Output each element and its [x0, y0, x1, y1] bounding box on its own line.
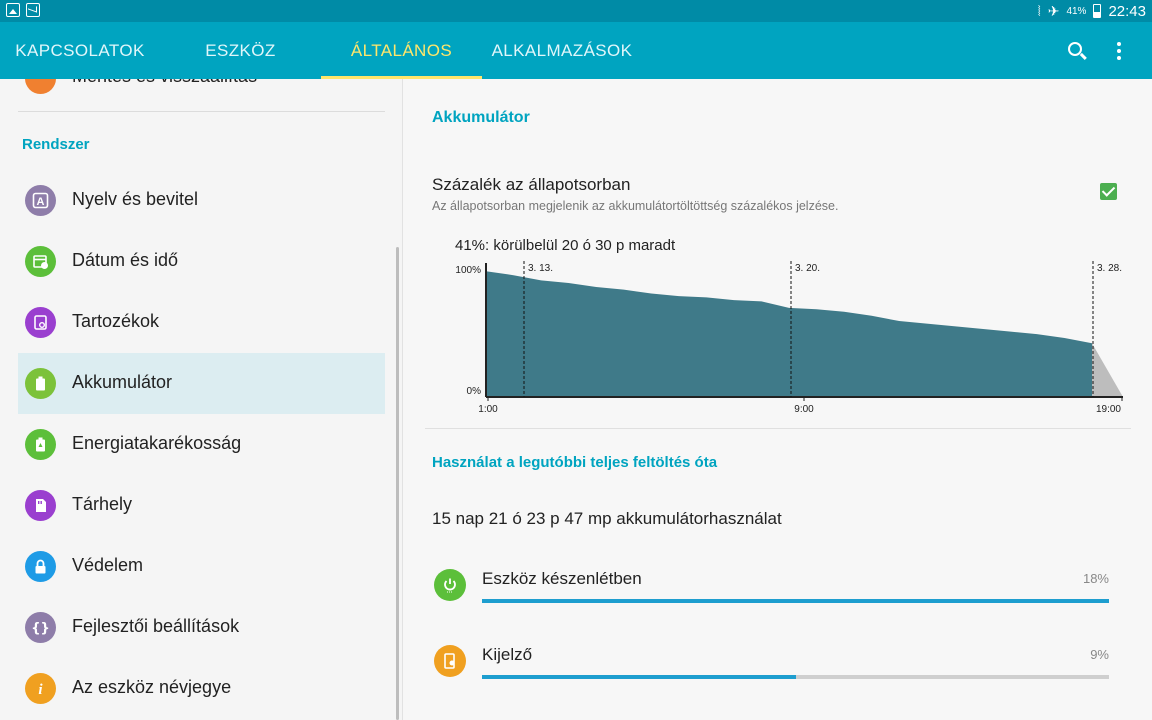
language-icon: A — [25, 185, 56, 216]
sidebar-item-label: Fejlesztői beállítások — [72, 616, 240, 636]
sidebar-item-power-saving[interactable]: Energiatakarékosság — [18, 414, 385, 475]
battery-remaining-text: 41%: körülbelül 20 ó 30 p maradt — [455, 237, 676, 254]
settings-sidebar: Mentés és visszaállítás Rendszer A Nyelv… — [0, 79, 402, 720]
battery-percent: 41% — [1066, 5, 1087, 17]
sidebar-item-label: Dátum és idő — [72, 250, 179, 270]
info-icon: i — [25, 673, 56, 704]
tab-general[interactable]: ÁLTALÁNOS — [321, 22, 482, 79]
battery-icon — [1093, 4, 1102, 18]
sidebar-item-language[interactable]: A Nyelv és bevitel — [18, 170, 385, 231]
x-tick-label: 1:00 — [478, 404, 498, 415]
svg-text:i: i — [38, 682, 43, 697]
developer-braces-icon: {} — [25, 612, 56, 643]
vibrate-icon: ⦚ — [1037, 3, 1041, 19]
usage-item-name: Kijelző — [482, 645, 533, 664]
tab-bar: KAPCSOLATOK ESZKÖZ ÁLTALÁNOS ALKALMAZÁSO… — [0, 22, 1152, 79]
sidebar-item-accessories[interactable]: Tartozékok — [18, 292, 385, 353]
battery-history-chart: 100% 0% 3. 13. 3. 20. 3. 28. 1:00 9:00 19:00 — [455, 261, 1123, 415]
power-icon — [434, 569, 466, 601]
sidebar-item-date-time[interactable]: Dátum és idő — [18, 231, 385, 292]
svg-text:A: A — [37, 196, 45, 208]
mail-icon — [26, 3, 40, 17]
sidebar-item-label: Tartozékok — [72, 311, 160, 331]
divider — [18, 111, 385, 112]
divider — [425, 428, 1131, 429]
sidebar-scrollbar[interactable] — [396, 247, 399, 720]
lock-icon — [25, 551, 56, 582]
section-title-system: Rendszer — [22, 136, 90, 153]
usage-progress-fill — [482, 675, 796, 679]
airplane-mode-icon: ✈ — [1047, 3, 1060, 19]
usage-progress-bar — [482, 675, 1109, 679]
backup-icon — [25, 79, 56, 94]
battery-icon — [25, 368, 56, 399]
x-tick-label: 9:00 — [794, 404, 814, 415]
percent-checkbox[interactable] — [1100, 183, 1117, 200]
sidebar-item-backup-reset[interactable]: Mentés és visszaállítás — [0, 79, 402, 101]
status-bar: ⦚ ✈ 41% 22:43 — [0, 0, 1152, 22]
sidebar-item-label: Az eszköz névjegye — [72, 677, 232, 697]
battery-detail-panel: Akkumulátor Százalék az állapotsorban Az… — [403, 79, 1152, 720]
usage-total-time: 15 nap 21 ó 23 p 47 mp akkumulátorhaszná… — [432, 509, 782, 528]
battery-used-area — [486, 271, 1092, 397]
tab-device[interactable]: ESZKÖZ — [160, 22, 321, 79]
usage-item-display[interactable]: Kijelző 9% — [403, 645, 1152, 705]
search-icon[interactable] — [1057, 22, 1097, 79]
percent-setting-subtitle: Az állapotsorban megjelenik az akkumulát… — [432, 199, 839, 213]
usage-item-standby[interactable]: Eszköz készenlétben 18% — [403, 569, 1152, 629]
notification-icons — [6, 3, 40, 17]
date-marker-label: 3. 13. — [528, 263, 553, 274]
sidebar-item-label: Védelem — [72, 555, 144, 575]
x-tick-label: 19:00 — [1096, 404, 1121, 415]
sidebar-item-developer-options[interactable]: {} Fejlesztői beállítások — [18, 597, 385, 658]
sidebar-item-label: Nyelv és bevitel — [72, 189, 199, 209]
date-marker-label: 3. 28. — [1097, 263, 1122, 274]
y-tick-label-max: 100% — [455, 265, 481, 276]
sidebar-item-label: Tárhely — [72, 494, 133, 514]
battery-projection-area — [1092, 343, 1123, 397]
svg-text:{}: {} — [32, 621, 49, 636]
page-title: Akkumulátor — [432, 109, 530, 126]
sidebar-item-storage[interactable]: Tárhely — [18, 475, 385, 536]
sidebar-item-battery[interactable]: Akkumulátor — [18, 353, 385, 414]
date-marker-label: 3. 20. — [795, 263, 820, 274]
storage-icon — [25, 490, 56, 521]
sidebar-item-label: Energiatakarékosság — [72, 433, 242, 453]
usage-progress-bar — [482, 599, 1109, 603]
y-tick-label-min: 0% — [467, 386, 482, 397]
percent-setting-title[interactable]: Százalék az állapotsorban — [432, 175, 630, 195]
usage-item-percent: 18% — [1082, 571, 1109, 586]
accessories-icon — [25, 307, 56, 338]
sidebar-item-label: Akkumulátor — [72, 372, 173, 392]
image-icon — [6, 3, 20, 17]
system-icons: ⦚ ✈ 41% 22:43 — [1038, 0, 1146, 22]
display-brightness-icon — [434, 645, 466, 677]
tab-applications[interactable]: ALKALMAZÁSOK — [482, 22, 642, 79]
tab-connections[interactable]: KAPCSOLATOK — [0, 22, 160, 79]
usage-item-name: Eszköz készenlétben — [482, 569, 642, 588]
more-options-icon[interactable] — [1099, 22, 1139, 79]
usage-section-title: Használat a legutóbbi teljes feltöltés ó… — [432, 454, 718, 471]
calendar-clock-icon — [25, 246, 56, 277]
sidebar-item-security[interactable]: Védelem — [18, 536, 385, 597]
usage-item-percent: 9% — [1090, 647, 1109, 662]
clock: 22:43 — [1108, 2, 1146, 20]
power-saving-icon — [25, 429, 56, 460]
usage-progress-fill — [482, 599, 1109, 603]
sidebar-item-about-device[interactable]: i Az eszköz névjegye — [18, 658, 385, 719]
